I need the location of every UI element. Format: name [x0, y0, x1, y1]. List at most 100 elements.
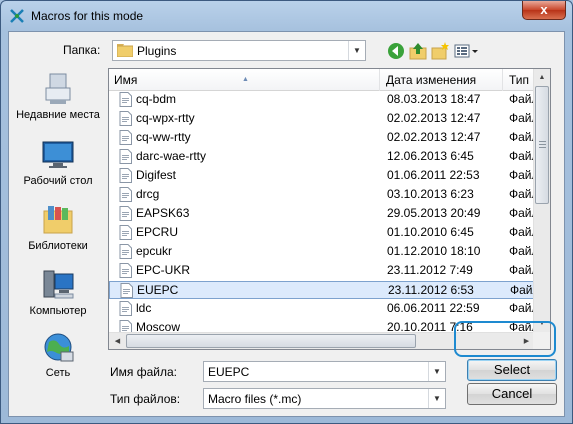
file-row[interactable]: epcukr 01.12.2010 18:10 Файл	[109, 243, 535, 261]
file-row[interactable]: drcg 03.10.2013 6:23 Файл	[109, 186, 535, 204]
file-name: cq-wpx-rtty	[136, 111, 195, 125]
filename-value: EUEPC	[208, 365, 250, 379]
horizontal-scroll-thumb[interactable]	[126, 334, 416, 348]
file-name: cq-bdm	[136, 92, 177, 106]
place-desktop[interactable]: Рабочий стол	[13, 138, 103, 188]
scroll-left-icon[interactable]: ◀	[109, 333, 126, 349]
file-icon	[119, 301, 132, 316]
file-icon	[119, 244, 132, 259]
list-header: Имя ▲ Дата изменения Тип	[109, 69, 535, 91]
folder-value: Plugins	[137, 44, 177, 58]
file-type: Файл	[509, 130, 535, 144]
column-header-name-label: Имя	[114, 73, 138, 87]
filetype-select[interactable]: Macro files (*.mc) ▼	[203, 388, 446, 409]
file-date: 02.02.2013 12:47	[387, 111, 481, 125]
file-icon	[119, 130, 132, 145]
file-name: darc-wae-rtty	[136, 149, 207, 163]
place-network[interactable]: Сеть	[13, 330, 103, 380]
place-recent[interactable]: Недавние места	[13, 72, 103, 122]
file-type: Файл	[509, 92, 535, 106]
file-icon	[119, 111, 132, 126]
file-row[interactable]: cq-bdm 08.03.2013 18:47 Файл	[109, 91, 535, 109]
place-computer[interactable]: Компьютер	[13, 268, 103, 318]
file-name: Digifest	[136, 168, 177, 182]
file-icon	[120, 283, 133, 298]
file-name: EUEPC	[137, 283, 179, 297]
file-icon	[119, 149, 132, 164]
vertical-scrollbar[interactable]: ▲ ▼	[533, 69, 550, 332]
file-date: 02.02.2013 12:47	[387, 130, 481, 144]
file-date: 23.11.2012 7:49	[387, 263, 473, 277]
folder-label: Папка:	[63, 43, 101, 57]
file-date: 01.12.2010 18:10	[387, 244, 481, 258]
place-label: Рабочий стол	[23, 175, 93, 187]
file-list[interactable]: Имя ▲ Дата изменения Тип cq-bdm 08.03.201…	[108, 68, 551, 350]
chevron-down-icon[interactable]: ▼	[348, 41, 365, 60]
file-icon	[119, 168, 132, 183]
filetype-value: Macro files (*.mc)	[208, 392, 302, 406]
new-folder-icon[interactable]	[430, 41, 450, 61]
sort-ascending-icon: ▲	[242, 76, 249, 83]
folder-combo[interactable]: Plugins ▼	[112, 40, 366, 61]
file-name: drcg	[136, 187, 160, 201]
places-bar: Недавние места Рабочий стол Библиотеки К…	[13, 68, 103, 384]
place-libraries[interactable]: Библиотеки	[13, 203, 103, 253]
file-type: Файл	[509, 111, 535, 125]
place-label: Компьютер	[29, 305, 87, 317]
column-header-date[interactable]: Дата изменения	[381, 69, 503, 91]
desktop-icon	[42, 141, 74, 168]
filename-input[interactable]: EUEPC ▼	[203, 361, 446, 382]
recent-places-icon	[45, 73, 71, 104]
file-name: ldc	[136, 301, 152, 315]
file-date: 23.11.2012 6:53	[388, 283, 474, 297]
file-name: EAPSK63	[136, 206, 190, 220]
file-icon	[119, 225, 132, 240]
file-row[interactable]: EAPSK63 29.05.2013 20:49 Файл	[109, 205, 535, 223]
view-menu-icon[interactable]	[453, 41, 479, 61]
file-type: Файл	[509, 301, 535, 315]
libraries-icon	[43, 206, 73, 234]
network-icon	[44, 333, 74, 362]
file-row[interactable]: Digifest 01.06.2011 22:53 Файл	[109, 167, 535, 185]
computer-icon	[43, 270, 74, 299]
file-row[interactable]: cq-ww-rtty 02.02.2013 12:47 Файл	[109, 129, 535, 147]
file-date: 01.10.2010 6:45	[387, 225, 474, 239]
dialog-client-area: Папка: Plugins ▼ Недавние места Рабочий …	[8, 31, 565, 417]
select-button[interactable]: Select	[467, 359, 557, 381]
column-header-name[interactable]: Имя ▲	[109, 69, 380, 91]
vertical-scroll-thumb[interactable]	[535, 86, 549, 204]
file-type: Файл	[509, 225, 535, 239]
file-type: Файл	[509, 263, 535, 277]
file-name: cq-ww-rtty	[136, 130, 191, 144]
close-button[interactable]: x	[522, 1, 566, 20]
file-row[interactable]: ldc 06.06.2011 22:59 Файл	[109, 300, 535, 318]
file-row[interactable]: EPCRU 01.10.2010 6:45 Файл	[109, 224, 535, 242]
window-title: Macros for this mode	[31, 9, 144, 23]
file-row[interactable]: cq-wpx-rtty 02.02.2013 12:47 Файл	[109, 110, 535, 128]
chevron-down-icon[interactable]: ▼	[428, 389, 445, 408]
scroll-up-icon[interactable]: ▲	[534, 69, 550, 86]
file-date: 06.06.2011 22:59	[387, 301, 480, 315]
filetype-label: Тип файлов:	[110, 392, 181, 406]
up-folder-icon[interactable]	[408, 41, 428, 61]
file-name: EPCRU	[136, 225, 179, 239]
file-type: Файл	[509, 168, 535, 182]
file-row[interactable]: EPC-UKR 23.11.2012 7:49 Файл	[109, 262, 535, 280]
file-type: Файл	[509, 244, 535, 258]
file-date: 12.06.2013 6:45	[387, 149, 474, 163]
filename-label: Имя файла:	[110, 365, 177, 379]
file-dialog-window: Macros for this mode x Папка: Plugins ▼	[0, 0, 573, 424]
place-label: Библиотеки	[28, 240, 88, 252]
file-type: Файл	[509, 206, 535, 220]
cancel-button[interactable]: Cancel	[467, 383, 557, 405]
back-icon[interactable]	[386, 41, 406, 61]
chevron-down-icon[interactable]: ▼	[428, 362, 445, 381]
file-row[interactable]: EUEPC23.11.2012 6:53Файл	[109, 281, 536, 299]
file-name: EPC-UKR	[136, 263, 191, 277]
folder-icon	[117, 44, 133, 57]
file-icon	[119, 206, 132, 221]
file-row[interactable]: darc-wae-rtty 12.06.2013 6:45 Файл	[109, 148, 535, 166]
file-date: 29.05.2013 20:49	[387, 206, 481, 220]
title-bar[interactable]: Macros for this mode x	[1, 1, 572, 31]
file-icon	[119, 263, 132, 278]
